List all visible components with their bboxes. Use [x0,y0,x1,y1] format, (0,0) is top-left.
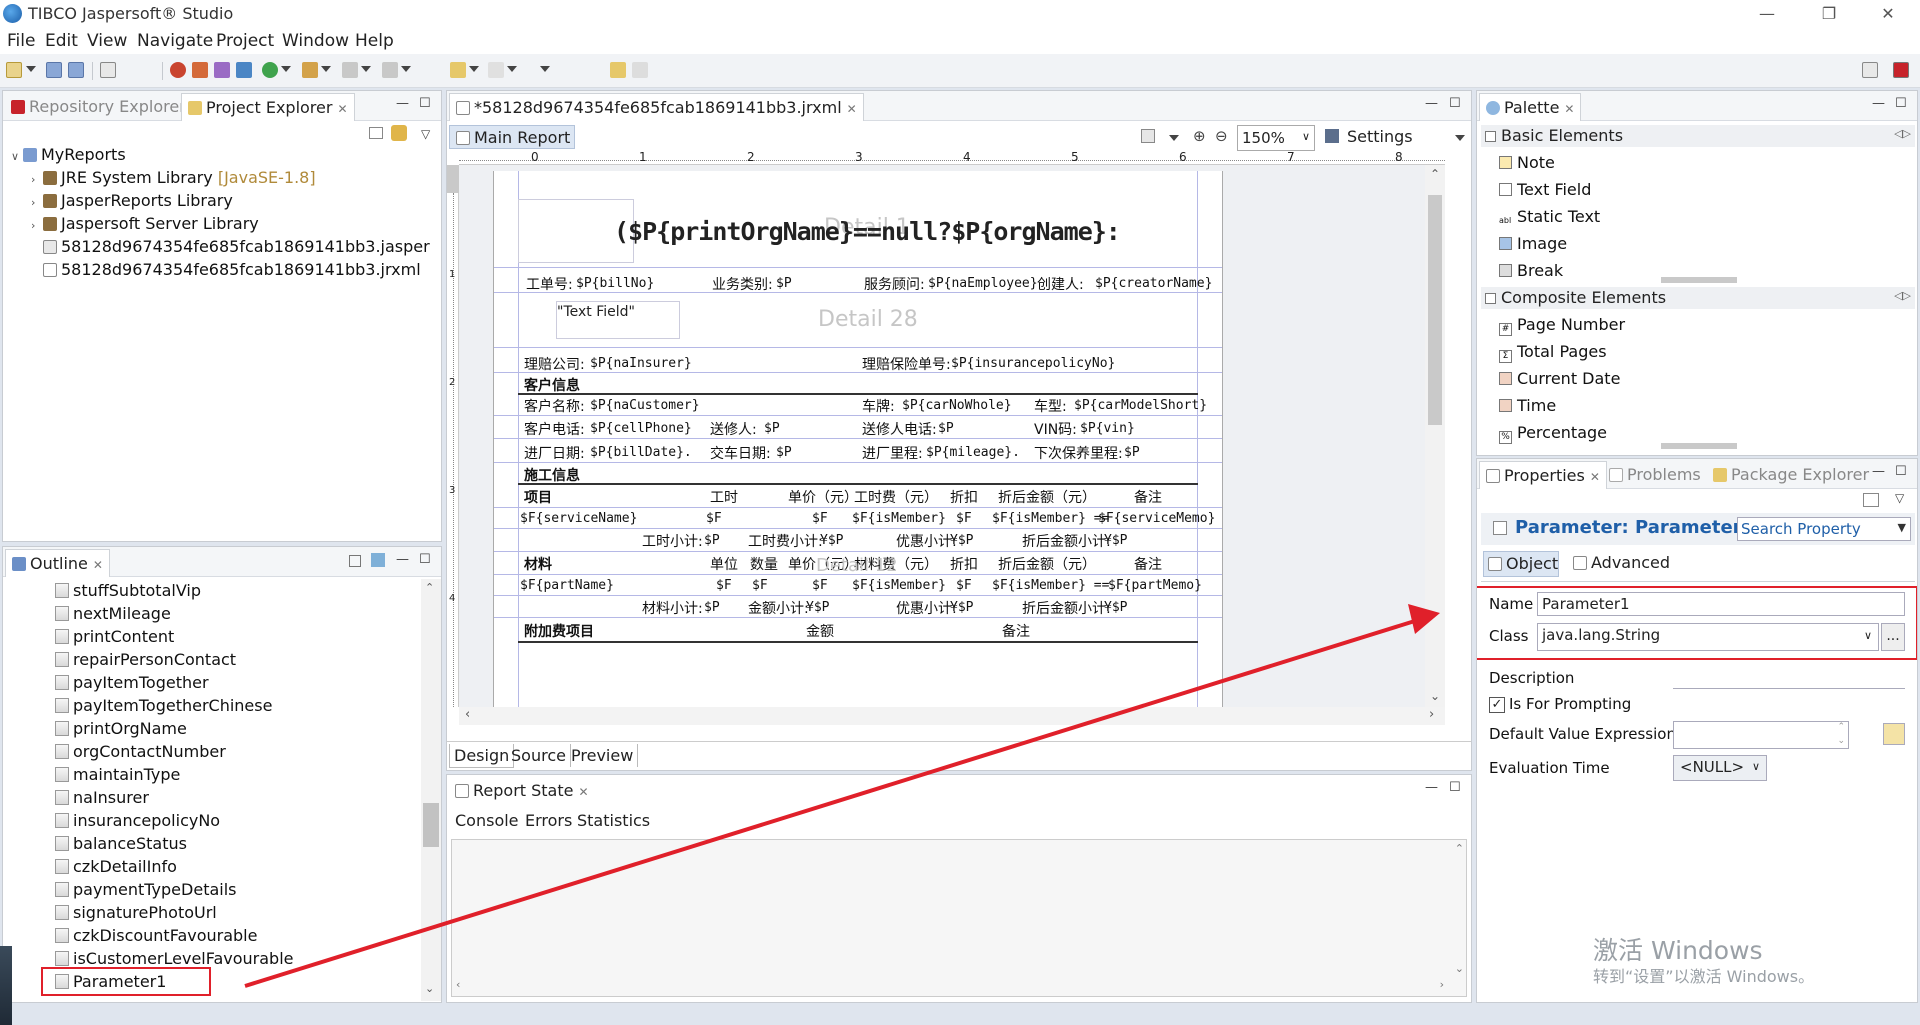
annotation-arrow [244,604,1440,988]
